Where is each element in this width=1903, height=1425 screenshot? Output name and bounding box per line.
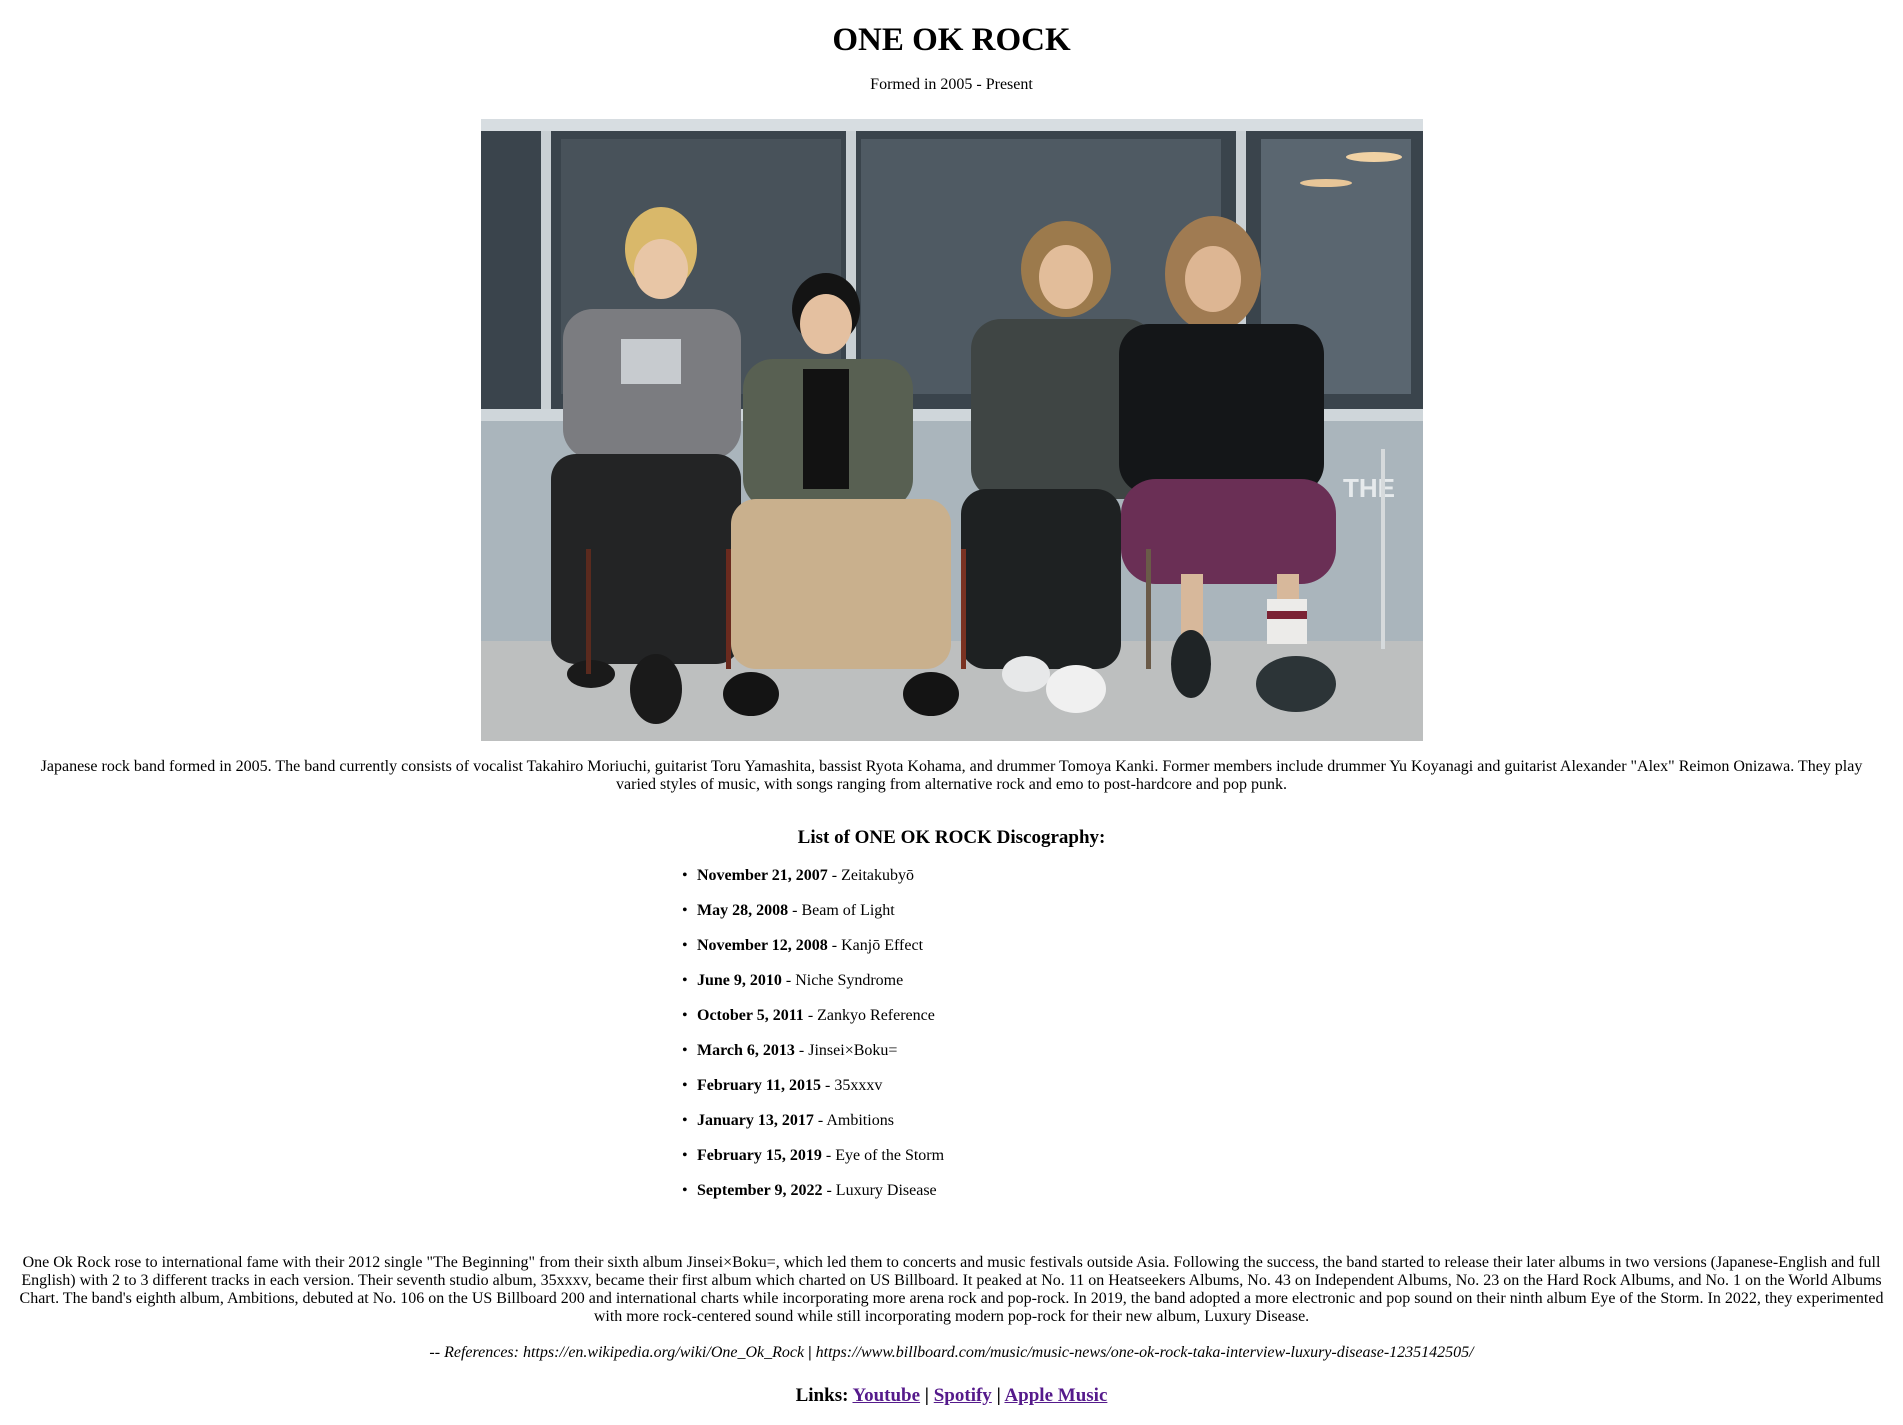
apple-music-link[interactable]: Apple Music	[1004, 1385, 1107, 1406]
bullet-icon: •	[682, 1007, 688, 1024]
discography-heading: List of ONE OK ROCK Discography:	[797, 827, 1106, 848]
list-item: • February 15, 2019 - Eye of the Storm	[682, 1146, 944, 1181]
reference-wikipedia: -- References: https://en.wikipedia.org/…	[429, 1344, 805, 1361]
links-separator: |	[996, 1385, 1001, 1406]
list-item: • May 28, 2008 - Beam of Light	[682, 901, 944, 936]
album-title: - Jinsei×Boku=	[794, 1042, 898, 1059]
page-subtitle: Formed in 2005 - Present	[870, 76, 1033, 93]
bullet-icon: •	[682, 902, 688, 919]
album-date: February 11, 2015	[697, 1077, 821, 1094]
album-date: October 5, 2011	[697, 1007, 804, 1024]
reference-billboard: https://www.billboard.com/music/music-ne…	[815, 1344, 1474, 1361]
bullet-icon: •	[682, 1147, 688, 1164]
album-date: November 21, 2007	[697, 867, 828, 884]
bullet-icon: •	[682, 1182, 688, 1199]
svg-text:THE: THE	[1343, 473, 1395, 503]
list-item: • June 9, 2010 - Niche Syndrome	[682, 971, 944, 1006]
page: ONE OK ROCK Formed in 2005 - Present THE	[0, 0, 1903, 1425]
bullet-icon: •	[682, 867, 688, 884]
album-title: - Zankyo Reference	[803, 1007, 935, 1024]
band-photo: THE	[481, 119, 1423, 741]
discography-list: • November 21, 2007 - Zeitakubyō • May 28,…	[682, 866, 944, 1216]
album-date: February 15, 2019	[697, 1147, 822, 1164]
list-item: • September 9, 2022 - Luxury Disease	[682, 1181, 944, 1216]
youtube-link[interactable]: Youtube	[852, 1385, 920, 1406]
bullet-icon: •	[682, 1077, 688, 1094]
page-title: ONE OK ROCK	[832, 22, 1071, 58]
band-history: One Ok Rock rose to international fame w…	[19, 1254, 1884, 1325]
links-row: Links: Youtube | Spotify | Apple Music	[0, 1384, 1903, 1408]
album-title: - Ambitions	[813, 1112, 894, 1129]
list-item: • October 5, 2011 - Zankyo Reference	[682, 1006, 944, 1041]
links-separator: |	[924, 1385, 929, 1406]
album-date: June 9, 2010	[697, 972, 782, 989]
bullet-icon: •	[682, 1112, 688, 1129]
album-title: - 35xxxv	[821, 1077, 883, 1094]
album-title: - Niche Syndrome	[781, 972, 904, 989]
references: -- References: https://en.wikipedia.org/…	[0, 1343, 1903, 1363]
album-date: January 13, 2017	[697, 1112, 814, 1129]
album-title: - Beam of Light	[788, 902, 895, 919]
band-intro: Japanese rock band formed in 2005. The b…	[40, 758, 1863, 793]
album-date: May 28, 2008	[697, 902, 789, 919]
links-label: Links:	[795, 1385, 849, 1406]
bullet-icon: •	[682, 1042, 688, 1059]
album-date: November 12, 2008	[697, 937, 828, 954]
album-title: - Luxury Disease	[822, 1182, 937, 1199]
bullet-icon: •	[682, 937, 688, 954]
album-date: September 9, 2022	[697, 1182, 823, 1199]
album-title: - Zeitakubyō	[827, 867, 914, 884]
spotify-link[interactable]: Spotify	[934, 1385, 992, 1406]
list-item: • January 13, 2017 - Ambitions	[682, 1111, 944, 1146]
list-item: • November 21, 2007 - Zeitakubyō	[682, 866, 944, 901]
album-title: - Kanjō Effect	[827, 937, 924, 954]
list-item: • November 12, 2008 - Kanjō Effect	[682, 936, 944, 971]
bullet-icon: •	[682, 972, 688, 989]
album-title: - Eye of the Storm	[821, 1147, 945, 1164]
list-item: • February 11, 2015 - 35xxxv	[682, 1076, 944, 1111]
list-item: • March 6, 2013 - Jinsei×Boku=	[682, 1041, 944, 1076]
reference-separator: |	[808, 1344, 812, 1361]
album-date: March 6, 2013	[697, 1042, 795, 1059]
